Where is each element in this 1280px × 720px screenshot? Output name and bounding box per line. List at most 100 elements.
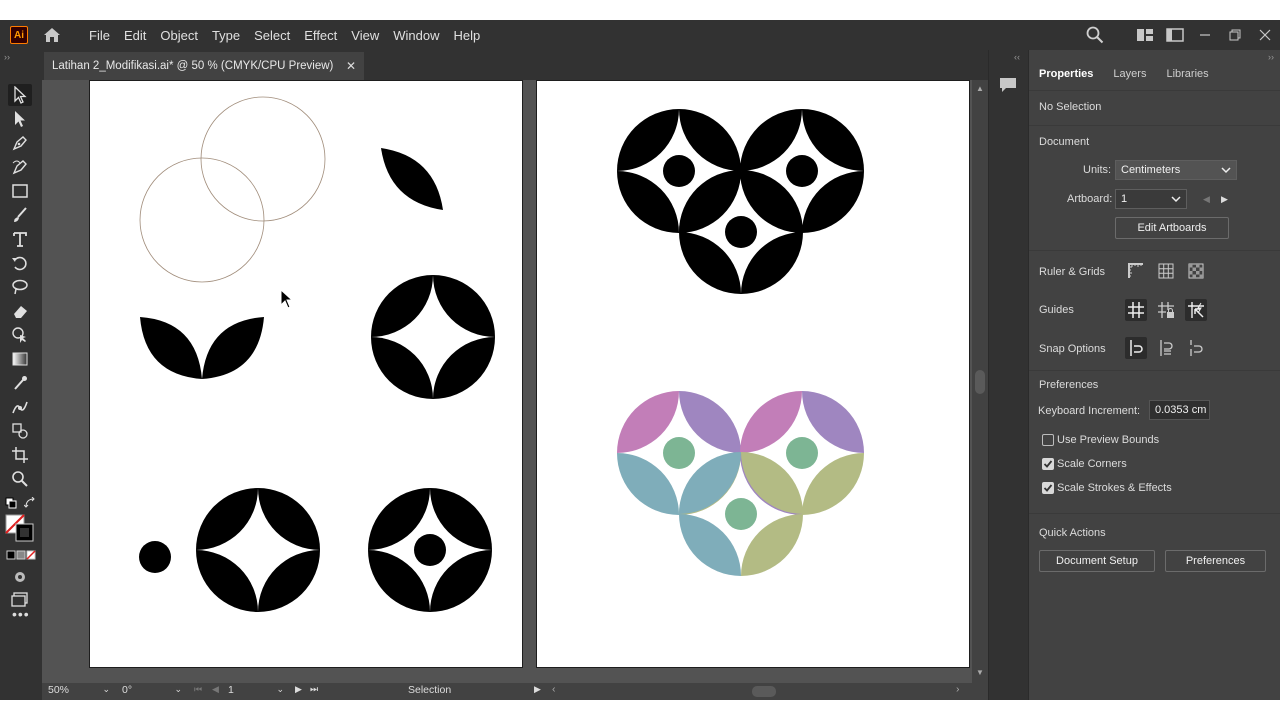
canvas-area[interactable] <box>42 80 972 683</box>
chevron-down-icon <box>1221 167 1231 174</box>
restore-icon[interactable] <box>1220 20 1250 50</box>
menu-view[interactable]: View <box>344 28 386 43</box>
draw-mode-icon[interactable] <box>8 566 32 588</box>
more-tools-icon[interactable]: ••• <box>12 606 30 622</box>
snap-to-glyph-icon[interactable] <box>1185 337 1207 359</box>
type-tool-icon[interactable] <box>8 228 32 250</box>
home-icon[interactable] <box>42 25 62 45</box>
menu-window[interactable]: Window <box>386 28 446 43</box>
curvature-tool-icon[interactable] <box>8 156 32 178</box>
eyedropper-tool-icon[interactable] <box>8 372 32 394</box>
document-tab[interactable]: Latihan 2_Modifikasi.ai* @ 50 % (CMYK/CP… <box>44 52 364 80</box>
zoom-dropdown[interactable]: 50% ⌄ <box>48 684 112 699</box>
preferences-heading: Preferences <box>1039 379 1099 391</box>
menu-effect[interactable]: Effect <box>297 28 344 43</box>
selection-tool-icon[interactable] <box>8 84 32 106</box>
eraser-tool-icon[interactable] <box>8 300 32 322</box>
vertical-scroll-thumb[interactable] <box>975 370 985 394</box>
snap-to-point-icon[interactable] <box>1125 337 1147 359</box>
artboard-tool-icon[interactable] <box>8 444 32 466</box>
expand-panels-icon[interactable]: ‹‹ <box>1014 52 1020 62</box>
blend-tool-icon[interactable] <box>8 420 32 442</box>
menu-object[interactable]: Object <box>153 28 205 43</box>
first-artboard-icon[interactable]: ⏮ <box>194 684 202 695</box>
gradient-tool-icon[interactable] <box>8 348 32 370</box>
keyboard-increment-input[interactable]: 0.0353 cm <box>1149 400 1210 420</box>
status-menu-icon[interactable]: ▶ <box>534 684 541 695</box>
colored-pattern-group[interactable] <box>617 391 864 576</box>
small-dot[interactable] <box>139 541 171 573</box>
scale-strokes-effects-checkbox[interactable] <box>1042 482 1054 494</box>
scroll-up-icon[interactable]: ▲ <box>976 84 984 93</box>
menu-type[interactable]: Type <box>205 28 247 43</box>
rotate-tool-icon[interactable] <box>8 252 32 274</box>
artboard-2[interactable] <box>536 80 970 668</box>
default-colors-icon[interactable] <box>4 492 18 514</box>
scale-corners-checkbox[interactable] <box>1042 458 1054 470</box>
workspace-switcher-icon[interactable] <box>1130 20 1160 50</box>
rotation-dropdown[interactable]: 0° ⌄ <box>122 684 184 699</box>
puppet-warp-tool-icon[interactable] <box>8 396 32 418</box>
last-artboard-icon[interactable]: ⏭ <box>310 684 318 695</box>
color-mode-icons[interactable] <box>4 548 38 562</box>
double-petal-shape[interactable] <box>140 317 264 379</box>
rectangle-tool-icon[interactable] <box>8 180 32 202</box>
menu-file[interactable]: File <box>82 28 117 43</box>
direct-selection-tool-icon[interactable] <box>8 108 32 130</box>
vertical-scrollbar[interactable]: ▲ ▼ <box>972 80 988 683</box>
units-dropdown[interactable]: Centimeters <box>1115 160 1237 180</box>
star-cutout-circle-with-dot[interactable] <box>368 488 492 612</box>
previous-artboard-icon[interactable]: ◀ <box>212 684 219 695</box>
horizontal-scroll-thumb[interactable] <box>752 686 776 697</box>
search-icon[interactable] <box>1080 20 1110 50</box>
scroll-right-icon[interactable]: › <box>956 683 960 695</box>
artboard-dropdown[interactable]: 1 <box>1115 189 1187 209</box>
tab-layers[interactable]: Layers <box>1103 62 1156 88</box>
snap-to-pixel-icon[interactable] <box>1155 337 1177 359</box>
comments-icon[interactable] <box>998 76 1018 97</box>
transparency-grid-icon[interactable] <box>1185 260 1207 282</box>
tab-properties[interactable]: Properties <box>1029 62 1103 88</box>
star-cutout-circle[interactable] <box>371 275 495 399</box>
paintbrush-tool-icon[interactable] <box>8 204 32 226</box>
tab-libraries[interactable]: Libraries <box>1156 62 1218 88</box>
next-artboard-icon[interactable]: ▶ <box>1221 194 1228 205</box>
menu-help[interactable]: Help <box>446 28 487 43</box>
preferences-button[interactable]: Preferences <box>1165 550 1266 572</box>
use-preview-bounds-checkbox[interactable] <box>1042 434 1054 446</box>
scroll-down-icon[interactable]: ▼ <box>976 668 984 677</box>
show-guides-icon[interactable] <box>1125 299 1147 321</box>
ruler-icon[interactable] <box>1125 260 1147 282</box>
outline-circle-b[interactable] <box>139 157 265 283</box>
swap-colors-icon[interactable] <box>22 492 38 514</box>
minimize-icon[interactable] <box>1190 20 1220 50</box>
smart-guides-icon[interactable] <box>1185 299 1207 321</box>
grid-icon[interactable] <box>1155 260 1177 282</box>
petal-shape[interactable] <box>381 148 443 210</box>
artboard-value: 1 <box>1121 193 1128 205</box>
star-cutout-circle-2[interactable] <box>196 488 320 612</box>
collapse-toolbar-icon[interactable]: ›› <box>4 52 10 62</box>
divider <box>1029 513 1280 514</box>
shape-builder-tool-icon[interactable] <box>8 324 32 346</box>
close-tab-icon[interactable]: ✕ <box>346 59 356 73</box>
menu-select[interactable]: Select <box>247 28 297 43</box>
document-setup-button[interactable]: Document Setup <box>1039 550 1155 572</box>
artboard-1[interactable] <box>89 80 523 668</box>
fill-stroke-swatch-icon[interactable] <box>5 514 35 542</box>
menu-edit[interactable]: Edit <box>117 28 153 43</box>
next-artboard-icon[interactable]: ▶ <box>295 684 302 695</box>
arrange-documents-icon[interactable] <box>1160 20 1190 50</box>
zoom-tool-icon[interactable] <box>8 468 32 490</box>
scroll-left-icon[interactable]: ‹ <box>552 683 556 695</box>
previous-artboard-icon[interactable]: ◀ <box>1203 194 1210 205</box>
artboard-navigation-dropdown[interactable]: 1 ⌄ <box>228 684 286 699</box>
lock-guides-icon[interactable] <box>1155 299 1177 321</box>
lasso-tool-icon[interactable] <box>8 276 32 298</box>
outline-circle-a[interactable] <box>200 96 326 222</box>
pen-tool-icon[interactable] <box>8 132 32 154</box>
edit-artboards-button[interactable]: Edit Artboards <box>1115 217 1229 239</box>
collapse-panel-icon[interactable]: ›› <box>1268 52 1274 62</box>
close-window-icon[interactable] <box>1250 20 1280 50</box>
black-pattern-group[interactable] <box>617 109 864 294</box>
